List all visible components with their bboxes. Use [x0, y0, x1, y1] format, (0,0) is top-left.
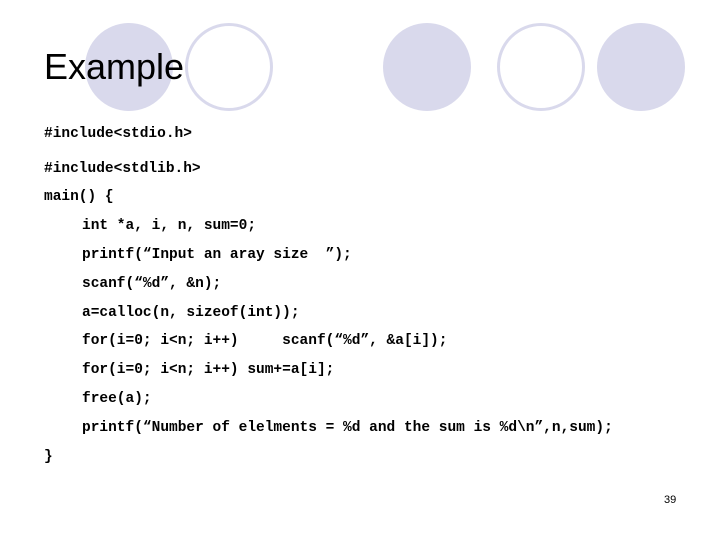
- code-line: for(i=0; i<n; i++) scanf(“%d”, &a[i]);: [82, 333, 448, 349]
- code-line: }: [44, 449, 53, 465]
- code-line: free(a);: [82, 391, 152, 407]
- code-line: printf(“Input an aray size ”);: [82, 247, 352, 263]
- page-number: 39: [664, 494, 677, 506]
- decoration-circle-filled-2: [383, 23, 471, 111]
- decoration-circle-outline-1: [185, 23, 273, 111]
- decoration-circle-outline-2: [497, 23, 585, 111]
- decoration-circle-filled-3: [597, 23, 685, 111]
- code-line: #include<stdio.h>: [44, 126, 192, 142]
- code-line: int *a, i, n, sum=0;: [82, 218, 257, 234]
- code-line: printf(“Number of elelments = %d and the…: [82, 420, 613, 436]
- code-line: for(i=0; i<n; i++) sum+=a[i];: [82, 362, 335, 378]
- code-line: a=calloc(n, sizeof(int));: [82, 305, 300, 321]
- code-line: #include<stdlib.h>: [44, 161, 201, 177]
- slide-title: Example: [44, 46, 185, 87]
- code-line: main() {: [44, 189, 114, 205]
- code-line: scanf(“%d”, &n);: [82, 276, 222, 292]
